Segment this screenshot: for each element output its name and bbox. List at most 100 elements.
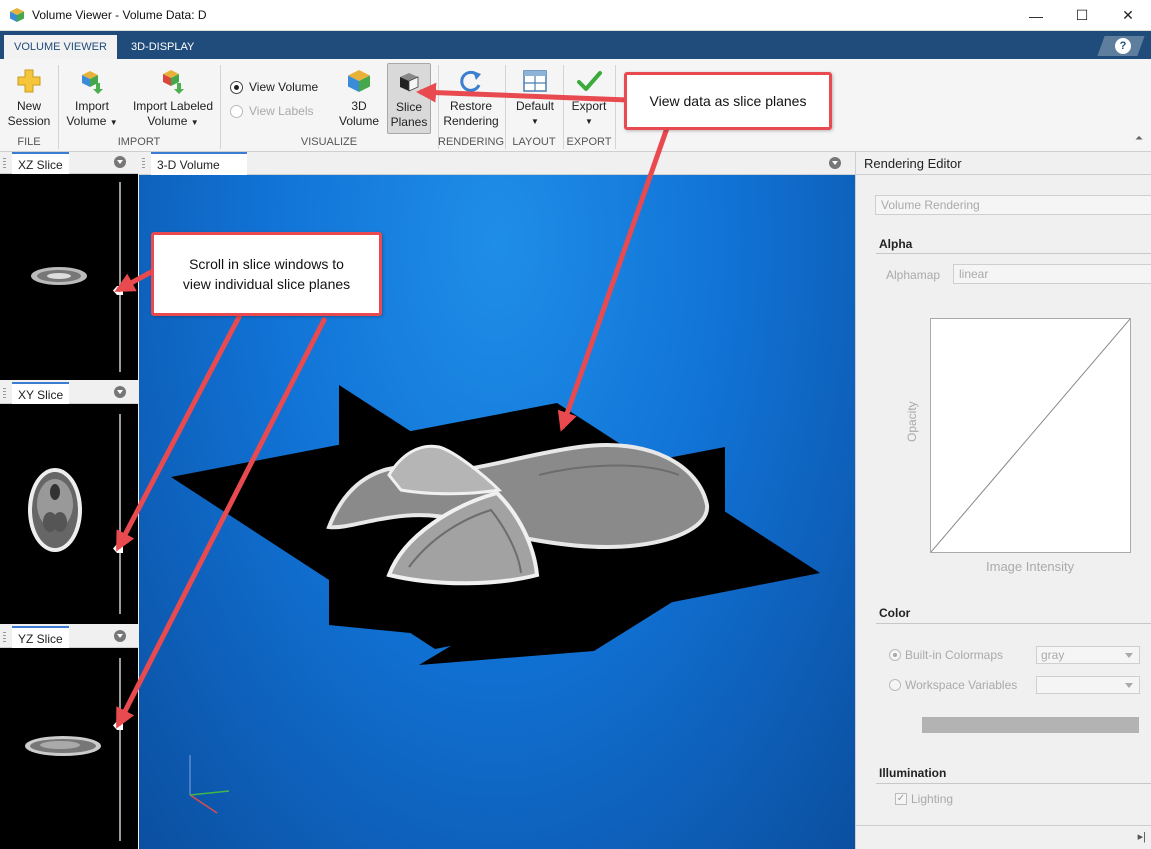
help-icon[interactable]: ? <box>1115 38 1131 54</box>
panel-menu-icon[interactable] <box>829 157 841 169</box>
divider <box>876 783 1151 784</box>
3d-volume-header: 3-D Volume <box>139 152 855 175</box>
slice-planes-label-2: Planes <box>390 115 428 129</box>
xz-slice-header: XZ Slice <box>0 152 138 174</box>
export-checkmark-icon <box>577 71 602 91</box>
radio-unselected-icon <box>230 104 243 118</box>
builtin-colormaps-label: Built-in Colormaps <box>905 648 1004 662</box>
xz-slice-slider-track[interactable] <box>119 182 121 372</box>
slice-planes-label-1: Slice <box>395 100 422 114</box>
xy-slice-panel[interactable]: XY Slice <box>0 382 138 624</box>
color-section-title: Color <box>879 606 911 620</box>
rendering-editor-title: Rendering Editor <box>864 156 962 171</box>
workspace-variables-radio[interactable]: Workspace Variables <box>889 678 1017 692</box>
xy-slice-image <box>28 468 82 552</box>
yz-slice-tab[interactable]: YZ Slice <box>12 626 69 648</box>
3d-cube-icon <box>348 70 370 92</box>
xy-slice-slider-track[interactable] <box>119 414 121 614</box>
layout-default-button[interactable]: Default ▼ <box>510 67 560 129</box>
import-volume-label-2: Volume <box>66 114 107 128</box>
chevron-down-icon: ▼ <box>190 118 199 127</box>
xy-slice-tab[interactable]: XY Slice <box>12 382 70 404</box>
builtin-colormaps-radio[interactable]: Built-in Colormaps <box>889 648 1003 662</box>
import-volume-button[interactable]: Import Volume ▼ <box>66 67 118 130</box>
panel-menu-icon[interactable] <box>114 156 126 168</box>
alpha-section-title: Alpha <box>879 237 913 251</box>
3d-volume-tab[interactable]: 3-D Volume <box>151 152 247 175</box>
minimize-icon: — <box>1029 7 1043 24</box>
panel-menu-icon[interactable] <box>114 630 126 642</box>
import-labeled-volume-label-1: Import Labeled <box>132 99 214 113</box>
drag-grip-icon[interactable] <box>3 632 6 642</box>
group-label-visualize: VISUALIZE <box>300 136 358 148</box>
rendering-editor-panel: Rendering Editor Volume Rendering Alpha … <box>855 152 1151 849</box>
collapse-ribbon-icon[interactable]: ⏶ <box>1135 133 1143 144</box>
drag-grip-icon[interactable] <box>142 158 145 168</box>
app-cube-icon <box>10 8 24 22</box>
editor-footer: ▸| <box>856 825 1151 849</box>
volume-viewer-app: Volume Viewer - Volume Data: D — ☐ ✕ VOL… <box>0 0 1151 849</box>
group-label-layout: LAYOUT <box>512 136 556 148</box>
workspace-variables-label: Workspace Variables <box>905 678 1018 692</box>
alphamap-label: Alphamap <box>886 268 941 282</box>
import-volume-label-1: Import <box>74 99 109 113</box>
import-labeled-volume-icon <box>163 70 184 94</box>
view-labels-radio[interactable]: View Labels <box>230 104 314 118</box>
drag-grip-icon[interactable] <box>3 388 6 398</box>
3d-volume-button[interactable]: 3D Volume <box>335 67 383 129</box>
xz-slice-tab[interactable]: XZ Slice <box>12 152 69 174</box>
restore-rendering-label-1: Restore <box>449 99 493 113</box>
callout-scroll-line-2: view individual slice planes <box>182 276 351 292</box>
close-icon: ✕ <box>1122 7 1134 23</box>
divider <box>856 174 1151 175</box>
ribbon-separator <box>615 65 616 149</box>
new-session-button[interactable]: New Session <box>4 67 54 129</box>
callout-slice-planes: View data as slice planes <box>624 72 832 130</box>
divider <box>876 253 1151 254</box>
tab-volume-viewer[interactable]: VOLUME VIEWER <box>4 35 117 59</box>
intensity-axis-label: Image Intensity <box>986 559 1075 574</box>
chevron-down-icon: ▼ <box>585 117 593 126</box>
minimize-button[interactable]: — <box>1013 0 1059 31</box>
colormap-dropdown[interactable]: gray <box>1036 646 1140 664</box>
close-button[interactable]: ✕ <box>1105 0 1151 31</box>
import-labeled-volume-label-2: Volume <box>147 114 188 128</box>
restore-rendering-label-2: Rendering <box>443 114 499 128</box>
callout-scroll-line-1: Scroll in slice windows to <box>189 256 344 272</box>
export-button[interactable]: Export ▼ <box>566 67 612 129</box>
xz-slice-panel[interactable]: XZ Slice <box>0 152 138 380</box>
xy-slice-header: XY Slice <box>0 382 138 404</box>
checkbox-checked-icon: ✓ <box>895 793 907 805</box>
rendering-mode-dropdown[interactable]: Volume Rendering <box>875 195 1151 215</box>
new-session-plus-icon <box>17 69 41 93</box>
chevron-down-icon: ▼ <box>109 118 118 127</box>
yz-slice-slider-track[interactable] <box>119 658 121 841</box>
alphamap-dropdown[interactable]: linear <box>953 264 1151 284</box>
maximize-button[interactable]: ☐ <box>1059 0 1105 31</box>
collapse-panel-icon[interactable]: ▸| <box>1138 830 1146 843</box>
view-labels-label: View Labels <box>249 104 314 118</box>
slice-planes-button[interactable]: Slice Planes <box>387 63 431 134</box>
window-title: Volume Viewer - Volume Data: D <box>32 8 207 22</box>
restore-rendering-button[interactable]: Restore Rendering <box>441 67 501 129</box>
title-bar: Volume Viewer - Volume Data: D — ☐ ✕ <box>0 0 1151 31</box>
callout-slice-planes-text: View data as slice planes <box>649 93 807 109</box>
group-label-import: IMPORT <box>117 136 161 148</box>
view-volume-radio[interactable]: View Volume <box>230 80 318 94</box>
lighting-label: Lighting <box>911 792 954 806</box>
radio-unselected-icon <box>889 679 901 691</box>
drag-grip-icon[interactable] <box>3 158 6 168</box>
opacity-axis-label: Opacity <box>905 401 919 442</box>
import-labeled-volume-button[interactable]: Import Labeled Volume ▼ <box>128 67 218 130</box>
yz-slice-panel[interactable]: YZ Slice <box>0 626 138 849</box>
export-label: Export <box>571 99 607 113</box>
alpha-curve-plot[interactable] <box>930 318 1131 553</box>
panel-menu-icon[interactable] <box>114 386 126 398</box>
3d-volume-label-1: 3D <box>351 99 367 113</box>
group-label-file: FILE <box>17 136 41 148</box>
tab-3d-display[interactable]: 3D-DISPLAY <box>121 35 204 59</box>
workspace-variable-dropdown[interactable] <box>1036 676 1140 694</box>
alpha-curve-line <box>930 318 1131 553</box>
lighting-checkbox[interactable]: ✓ Lighting <box>895 792 953 806</box>
divider <box>876 623 1151 624</box>
